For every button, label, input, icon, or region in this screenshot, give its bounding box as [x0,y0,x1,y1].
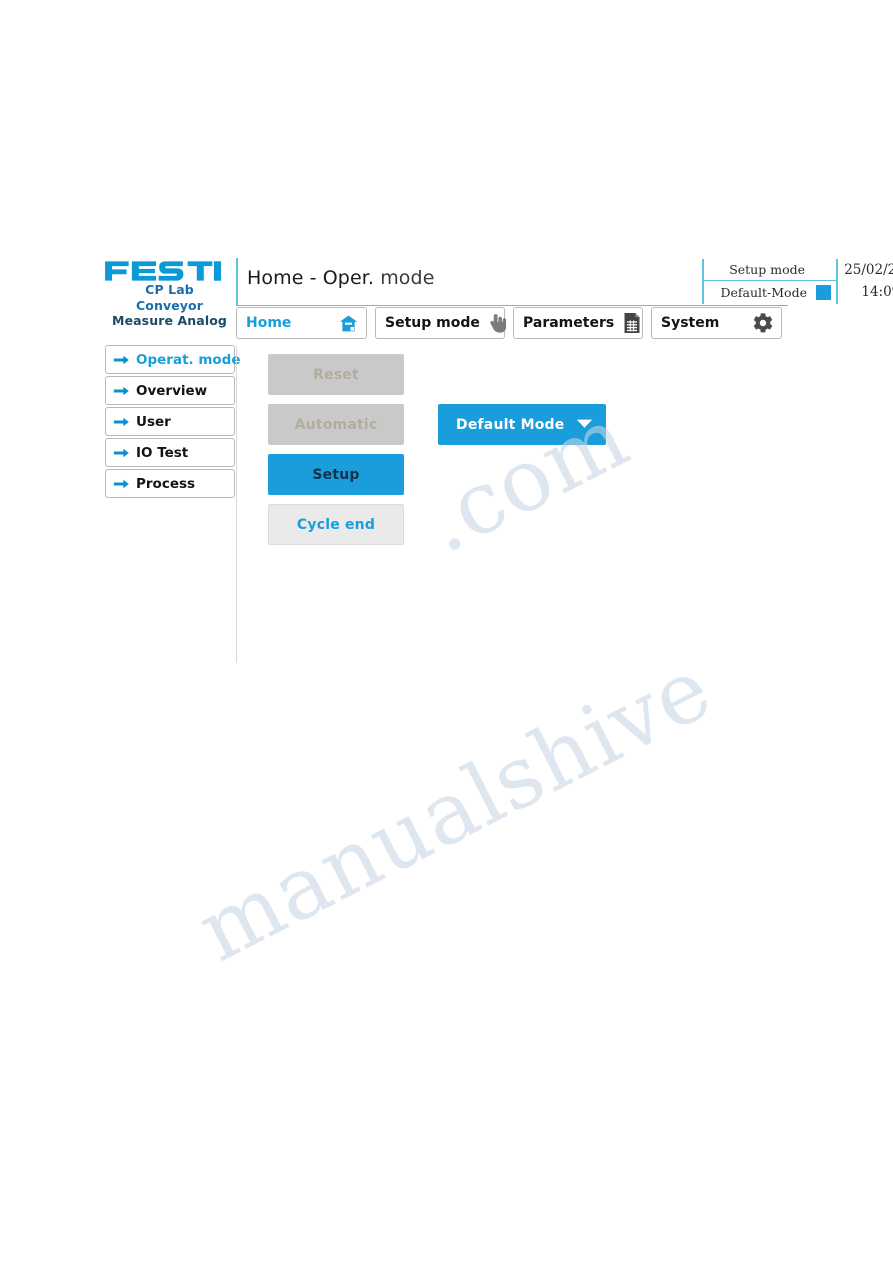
sidebar-item-operat-mode[interactable]: Operat. mode [105,345,241,374]
arrow-right-icon [113,447,130,459]
mode-select-dropdown[interactable]: Default Mode [438,404,606,445]
arrow-right-icon [113,416,130,428]
arrow-right-icon [113,354,130,366]
brand-line-2: Conveyor [136,297,203,313]
festo-logo-icon [105,261,221,281]
mode-select-value: Default Mode [456,416,565,433]
automatic-button[interactable]: Automatic [268,404,404,445]
sidebar-item-io-test-label: IO Test [136,444,189,461]
gear-icon [752,312,774,334]
document-grid-icon [622,312,642,334]
brand-line-3: Measure Analog [112,313,227,328]
status-mode-label: Setup mode [729,262,805,277]
sidebar-item-process-label: Process [136,475,196,492]
sidebar-nav: Operat. mode Overview User IO Test Proce… [105,345,241,500]
hmi-panel: CP Lab Conveyor Measure Analog Home - Op… [104,258,893,663]
reset-button[interactable]: Reset [268,354,404,395]
automatic-button-label: Automatic [294,416,378,433]
datetime-panel: 25/02/2021 14:09:46 [840,259,893,304]
sidebar-item-operat-mode-label: Operat. mode [136,351,241,368]
reset-button-label: Reset [313,366,359,383]
tab-setup-mode-label: Setup mode [385,315,480,331]
sidebar-item-overview[interactable]: Overview [105,376,235,405]
watermark-text-line1: manualshive [182,638,728,982]
page-title-thin: mode [374,267,435,289]
status-mode-row: Setup mode [704,259,836,281]
sidebar-item-io-test[interactable]: IO Test [105,438,235,467]
header-date: 25/02/2021 [844,262,893,278]
chevron-down-icon [576,416,593,434]
page-title-strong: Home - Oper. [247,267,375,289]
mode-indicator-square-icon [816,284,831,300]
tab-setup-mode[interactable]: Setup mode [375,307,508,339]
sidebar-item-process[interactable]: Process [105,469,235,498]
brand-block: CP Lab Conveyor Measure Analog [104,258,235,342]
tab-parameters-label: Parameters [523,315,615,331]
home-icon [337,312,359,334]
tab-parameters[interactable]: Parameters [513,307,643,339]
content-divider [236,346,237,663]
arrow-right-icon [113,478,130,490]
sidebar-item-user[interactable]: User [105,407,235,436]
tab-system[interactable]: System [651,307,782,339]
main-content: Reset Automatic Setup Cycle end Default … [268,354,788,654]
arrow-right-icon [113,385,130,397]
hand-icon [488,312,508,334]
tab-home[interactable]: Home [236,307,367,339]
status-submode-label: Default-Mode [720,284,807,300]
page-title: Home - Oper. mode [247,267,435,289]
tab-system-label: System [661,315,720,331]
tab-home-label: Home [246,315,292,331]
status-panel: Setup mode Default-Mode [702,259,838,304]
cycle-end-button[interactable]: Cycle end [268,504,404,545]
cycle-end-button-label: Cycle end [296,516,376,533]
header-bar: CP Lab Conveyor Measure Analog Home - Op… [104,258,893,328]
brand-line-1: CP Lab [145,282,194,297]
setup-button-label: Setup [312,466,360,483]
setup-button[interactable]: Setup [268,454,404,495]
sidebar-item-overview-label: Overview [136,382,208,399]
status-submode-row: Default-Mode [704,281,836,303]
header-time: 14:09:46 [861,284,893,300]
tab-bar: Home Setup mode Parameters System [236,307,788,341]
sidebar-item-user-label: User [136,413,171,430]
title-area: Home - Oper. mode Setup mode Default-Mod… [236,258,893,306]
